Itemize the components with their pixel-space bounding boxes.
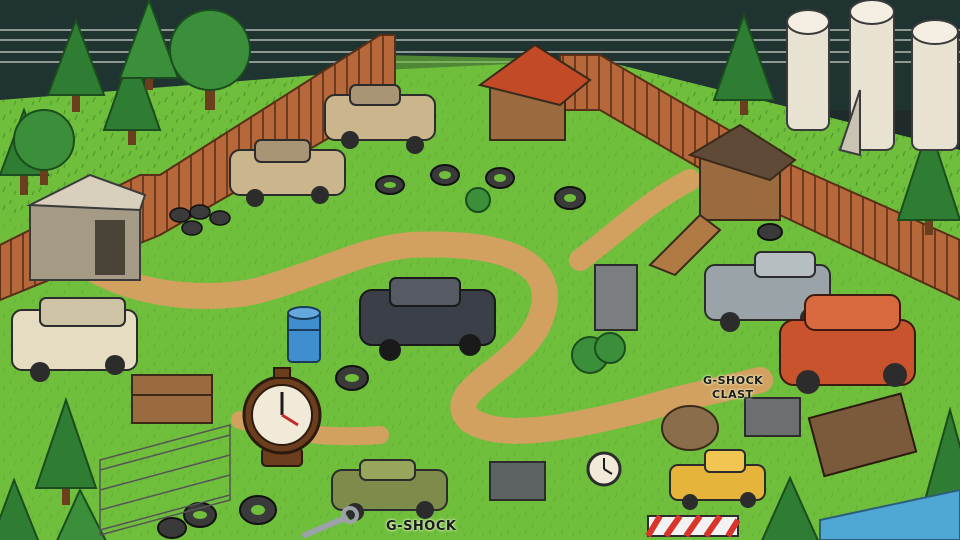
map-label-gshock-bottom: G-SHOCK xyxy=(386,519,457,534)
barrel-icon xyxy=(287,306,321,363)
junkyard-game-map: G-SHOCK CLAST G-SHOCK xyxy=(0,0,960,540)
map-canvas xyxy=(0,0,960,540)
outhouse xyxy=(594,264,638,331)
tire-icon xyxy=(375,175,405,195)
crate xyxy=(744,397,801,437)
map-label-gshock: G-SHOCK xyxy=(703,374,764,387)
tire-icon xyxy=(239,495,277,525)
tire-icon xyxy=(430,164,460,186)
clock-icon xyxy=(586,451,622,487)
rock xyxy=(661,405,719,451)
tire-icon xyxy=(157,517,187,539)
tire-icon xyxy=(757,223,783,241)
tire-icon xyxy=(335,365,369,391)
map-label-clast: CLAST xyxy=(712,388,754,401)
crate xyxy=(489,461,546,501)
tire-icon xyxy=(554,186,586,210)
warning-barrier xyxy=(645,514,741,538)
car-icon xyxy=(11,297,138,382)
silo-icon xyxy=(786,9,830,131)
bush xyxy=(465,187,491,213)
tire-icon xyxy=(485,167,515,189)
crate xyxy=(131,374,213,424)
silo-icon xyxy=(911,19,959,151)
